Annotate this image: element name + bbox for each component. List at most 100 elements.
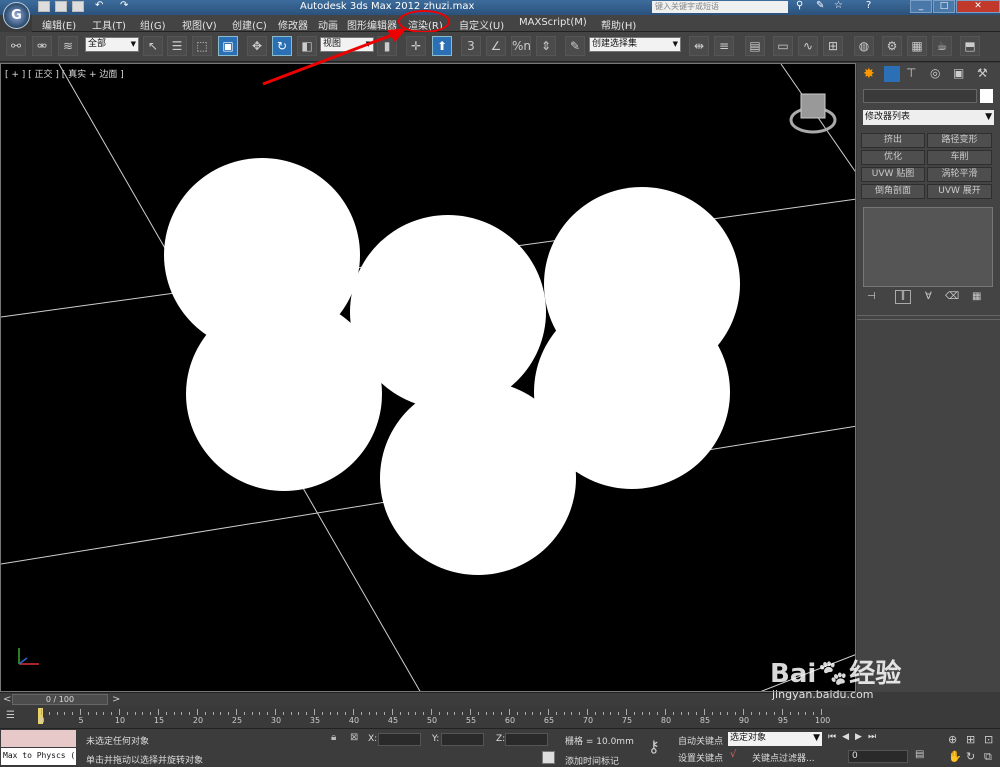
- render-setup-icon[interactable]: ⚙: [882, 36, 902, 56]
- maxscript-mini-listener-top[interactable]: [1, 730, 76, 747]
- object-name-field[interactable]: [863, 89, 977, 103]
- rect-selection-icon[interactable]: ⬚: [192, 36, 212, 56]
- render-production-icon[interactable]: ⬒: [960, 36, 980, 56]
- percent-snap-icon[interactable]: %n: [511, 36, 531, 56]
- create-tab-icon[interactable]: ✸: [863, 66, 879, 82]
- curve-editor-mini-icon[interactable]: ☰: [6, 710, 15, 721]
- extrude-button[interactable]: 挤出: [861, 133, 925, 148]
- align-icon[interactable]: ≡: [714, 36, 734, 56]
- window-crossing-icon[interactable]: ▣: [218, 36, 238, 56]
- time-tag-icon[interactable]: [542, 751, 555, 764]
- angle-snap-icon[interactable]: ∠: [486, 36, 506, 56]
- set-key-button[interactable]: 设置关键点: [678, 751, 723, 764]
- zoom-all-icon[interactable]: ⊡: [984, 733, 993, 746]
- menu-group[interactable]: 组(G): [140, 17, 166, 32]
- make-unique-icon[interactable]: ∀: [925, 291, 932, 302]
- track-bar[interactable]: ☰ 0 5 10 15 20 25 30 35 40 45 50 55 60 65 70 75 80 85 90 95…: [0, 706, 856, 728]
- star-icon[interactable]: ☆: [834, 0, 843, 11]
- rendered-frame-icon[interactable]: ▦: [907, 36, 927, 56]
- undo-icon[interactable]: ↶: [95, 0, 103, 11]
- zoom-extents-icon[interactable]: ⊞: [966, 733, 975, 746]
- modifier-stack[interactable]: [863, 207, 993, 287]
- viewport-perspective[interactable]: [ + ] [ 正交 ] [ 真实 + 边面 ]: [0, 63, 856, 692]
- close-button[interactable]: ✕: [956, 0, 1000, 13]
- time-slider[interactable]: < 0 / 100 >: [0, 692, 856, 706]
- link-icon[interactable]: ⚯: [6, 36, 26, 56]
- time-config-icon[interactable]: ▤: [915, 749, 924, 760]
- remove-modifier-icon[interactable]: ⌫: [945, 291, 959, 302]
- z-coordinate-field[interactable]: [505, 733, 548, 746]
- orbit-icon[interactable]: ↻: [966, 750, 975, 763]
- modifier-list-dropdown[interactable]: 修改器列表 ▼: [863, 110, 994, 125]
- lock-icon[interactable]: 🔒︎: [331, 732, 336, 743]
- set-key-icon[interactable]: ⚷: [648, 737, 660, 756]
- keyboard-shortcut-override-icon[interactable]: ⬆: [432, 36, 452, 56]
- modify-tab-icon[interactable]: [884, 66, 900, 82]
- minimize-button[interactable]: _: [910, 0, 932, 13]
- menu-view[interactable]: 视图(V): [182, 17, 217, 32]
- named-selection-dropdown[interactable]: 创建选择集 ▼: [589, 37, 681, 52]
- configure-modifier-sets-icon[interactable]: ▦: [972, 291, 981, 302]
- schematic-view-icon[interactable]: ⊞: [823, 36, 843, 56]
- menu-customize[interactable]: 自定义(U): [459, 17, 504, 32]
- unwrap-uvw-button[interactable]: UVW 展开: [927, 184, 992, 199]
- menu-tools[interactable]: 工具(T): [92, 17, 126, 32]
- turbosmooth-button[interactable]: 涡轮平滑: [927, 167, 992, 182]
- current-frame-field[interactable]: 0: [848, 750, 908, 763]
- auto-key-button[interactable]: 自动关键点: [678, 734, 723, 747]
- new-file-icon[interactable]: [38, 1, 50, 12]
- snaps-toggle-icon[interactable]: 3: [461, 36, 481, 56]
- selection-filter-dropdown[interactable]: 全部 ▼: [85, 37, 139, 52]
- save-file-icon[interactable]: [72, 1, 84, 12]
- app-logo[interactable]: G: [3, 2, 30, 29]
- lathe-button[interactable]: 车削: [927, 150, 992, 165]
- binoculars-icon[interactable]: ⚲: [796, 0, 803, 11]
- select-by-name-icon[interactable]: ☰: [167, 36, 187, 56]
- tools-icon[interactable]: ✎: [816, 0, 824, 11]
- layer-manager-icon[interactable]: ▤: [745, 36, 765, 56]
- maximize-button[interactable]: □: [933, 0, 955, 13]
- mirror-icon[interactable]: ⇹: [689, 36, 709, 56]
- playback-controls[interactable]: ⏮◀▶⏭: [828, 732, 948, 745]
- display-tab-icon[interactable]: ▣: [953, 66, 969, 82]
- selection-set-dropdown[interactable]: 选定对象 ▼: [728, 732, 822, 746]
- spinner-snap-icon[interactable]: ⇕: [536, 36, 556, 56]
- material-editor-icon[interactable]: ◍: [854, 36, 874, 56]
- maximize-viewport-icon[interactable]: ⧉: [984, 750, 992, 764]
- uvw-map-button[interactable]: UVW 贴图: [861, 167, 925, 182]
- x-coordinate-field[interactable]: [378, 733, 421, 746]
- absolute-mode-icon[interactable]: ⊠: [350, 732, 358, 743]
- menu-help[interactable]: 帮助(H): [601, 17, 636, 32]
- utilities-tab-icon[interactable]: ⚒: [977, 66, 993, 82]
- menu-edit[interactable]: 编辑(E): [42, 17, 76, 32]
- unlink-icon[interactable]: ⚮: [32, 36, 52, 56]
- redo-icon[interactable]: ↷: [120, 0, 128, 11]
- frame-counter[interactable]: 0 / 100: [12, 694, 108, 705]
- render-teapot-icon[interactable]: ☕: [932, 36, 952, 56]
- path-deform-button[interactable]: 路径变形: [927, 133, 992, 148]
- maxscript-mini-listener[interactable]: Max to Physcs (: [1, 748, 76, 765]
- pin-stack-icon[interactable]: ⊣: [867, 291, 876, 302]
- key-filters-button[interactable]: 关键点过滤器...: [752, 751, 815, 764]
- optimize-button[interactable]: 优化: [861, 150, 925, 165]
- show-end-result-icon[interactable]: ‖: [895, 290, 911, 304]
- zoom-icon[interactable]: ⊕: [948, 733, 957, 746]
- help-icon[interactable]: ?: [866, 0, 871, 11]
- bevel-profile-button[interactable]: 倒角剖面: [861, 184, 925, 199]
- prev-frame-icon[interactable]: <: [3, 694, 11, 705]
- hierarchy-tab-icon[interactable]: ⊤: [906, 66, 922, 82]
- motion-tab-icon[interactable]: ◎: [930, 66, 946, 82]
- menu-maxscript[interactable]: MAXScript(M): [519, 17, 587, 28]
- pan-icon[interactable]: ✋: [948, 750, 962, 763]
- y-coordinate-field[interactable]: [441, 733, 484, 746]
- bind-space-warp-icon[interactable]: ≋: [58, 36, 78, 56]
- next-frame-icon[interactable]: >: [112, 694, 120, 705]
- add-time-tag[interactable]: 添加时间标记: [565, 754, 619, 767]
- graphite-ribbon-icon[interactable]: ▭: [773, 36, 793, 56]
- select-object-icon[interactable]: ↖: [143, 36, 163, 56]
- curve-editor-icon[interactable]: ∿: [798, 36, 818, 56]
- object-color-swatch[interactable]: [980, 89, 993, 103]
- search-input[interactable]: 键入关键字或短语: [652, 1, 788, 13]
- edit-named-selection-icon[interactable]: ✎: [565, 36, 585, 56]
- open-file-icon[interactable]: [55, 1, 67, 12]
